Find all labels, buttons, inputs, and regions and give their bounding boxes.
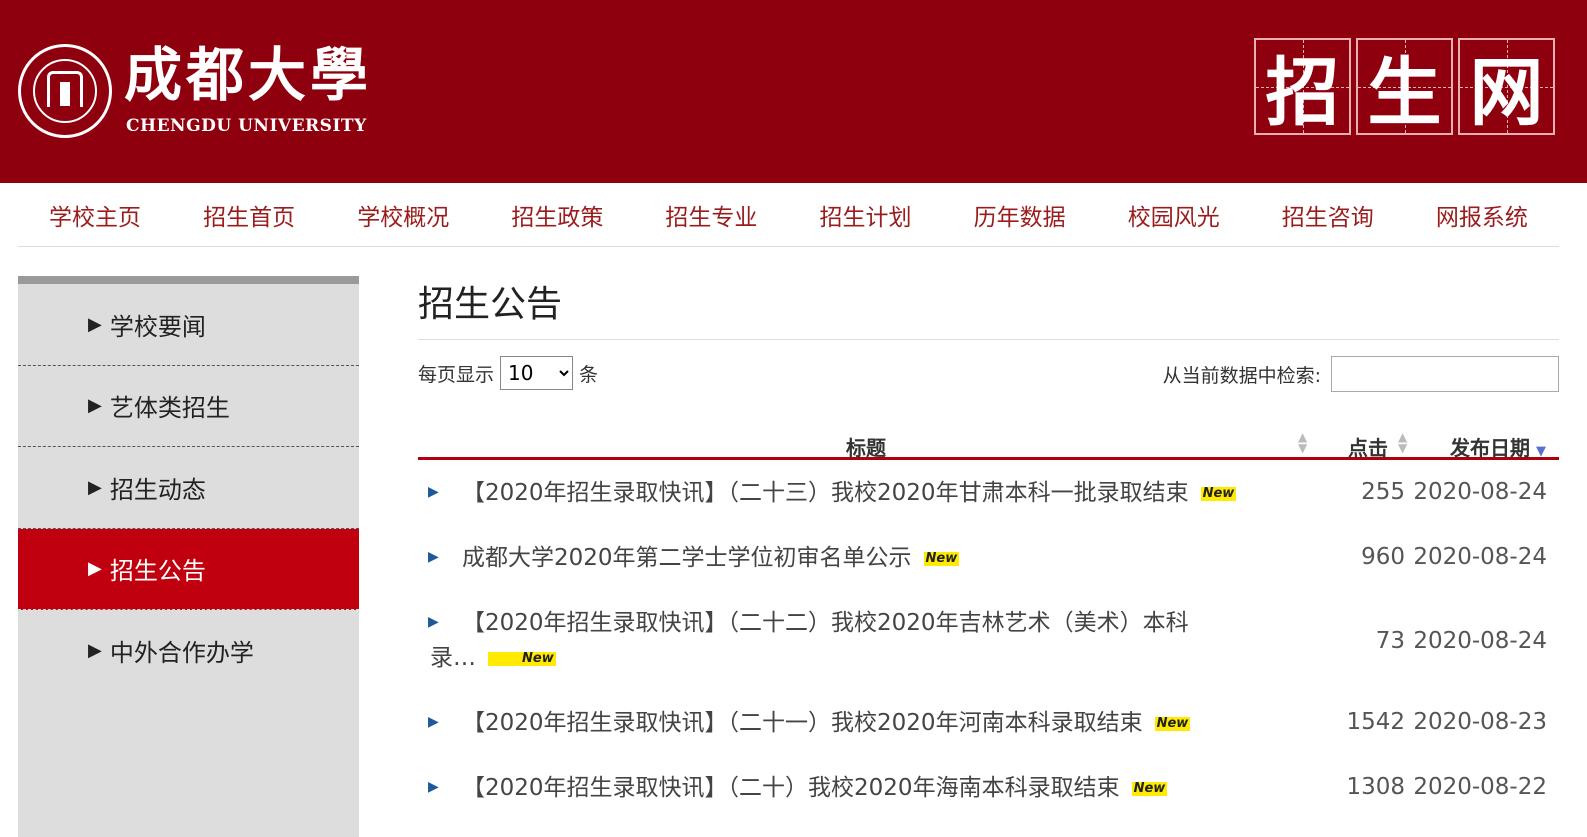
table-header: 标题 ▲ ▼ 点击 ▲ ▼ 发布日期 ▼ — [418, 396, 1559, 460]
sidebar-item-label: 艺体类招生 — [109, 394, 230, 423]
notice-title-text: 【2020年招生录取快讯】（二十一）我校2020年河南本科录取结束 — [462, 710, 1143, 736]
search-input[interactable] — [1331, 356, 1559, 392]
notice-title-text: 【2020年招生录取快讯】（二十三）我校2020年甘肃本科一批录取结束 — [462, 480, 1189, 506]
nav-item-school-overview[interactable]: 学校概况 — [326, 183, 480, 246]
sidebar-item-admissions-notices[interactable]: ▶ 招生公告 — [18, 528, 359, 610]
triangle-right-icon: ▶ — [88, 558, 102, 580]
publish-date: 2020-08-24 — [1413, 628, 1547, 654]
sidebar-item-joint-programs[interactable]: ▶ 中外合作办学 — [18, 610, 359, 692]
sidebar-item-label: 学校要闻 — [109, 312, 206, 341]
table-row: ▶ 【2020年招生录取快讯】（二十二）我校2020年吉林艺术（美术）本科录… N… — [418, 590, 1559, 690]
triangle-right-icon: ▶ — [88, 395, 102, 417]
nav-item-admissions-policy[interactable]: 招生政策 — [480, 183, 634, 246]
notice-title-text: 【2020年招生录取快讯】（二十）我校2020年海南本科录取结束 — [462, 775, 1120, 801]
triangle-right-icon: ▶ — [88, 313, 102, 335]
bullet-arrow-icon: ▶ — [428, 549, 439, 565]
notice-title-link[interactable]: 【2020年招生录取快讯】（二十二）我校2020年吉林艺术（美术）本科录… New — [430, 606, 1210, 676]
site-header: 成都大學 CHENGDU UNIVERSITY 招 生 网 — [0, 0, 1587, 183]
sidebar-item-arts-sports[interactable]: ▶ 艺体类招生 — [18, 366, 359, 447]
sidebar-item-label: 招生动态 — [109, 475, 206, 504]
university-seal-icon[interactable] — [18, 44, 112, 138]
nav-item-admissions-plan[interactable]: 招生计划 — [788, 183, 942, 246]
new-badge: New — [1131, 780, 1168, 796]
triangle-right-icon: ▶ — [88, 640, 102, 662]
new-badge: New — [1200, 485, 1237, 501]
nav-item-admissions-home[interactable]: 招生首页 — [172, 183, 326, 246]
main-content: 招生公告 每页显示 10 条 从当前数据中检索: 标题 ▲ ▼ 点击 ▲ ▼ 发布日… — [418, 276, 1559, 820]
sidebar-item-school-news[interactable]: ▶ 学校要闻 — [18, 284, 359, 366]
nav-item-historical-data[interactable]: 历年数据 — [943, 183, 1097, 246]
click-count: 960 — [1361, 544, 1405, 570]
logo-english-name[interactable]: CHENGDU UNIVERSITY — [126, 116, 367, 136]
banner-char: 网 — [1458, 38, 1555, 136]
new-badge: New — [923, 550, 960, 566]
triangle-right-icon: ▶ — [88, 476, 102, 498]
new-badge: New — [1154, 715, 1191, 731]
admissions-banner: 招 生 网 — [1254, 38, 1555, 136]
click-count: 1308 — [1346, 774, 1405, 800]
nav-item-majors[interactable]: 招生专业 — [634, 183, 788, 246]
column-header-clicks[interactable]: 点击 — [1348, 432, 1388, 461]
table-controls: 每页显示 10 条 从当前数据中检索: — [418, 340, 1559, 396]
new-badge: New — [488, 651, 556, 666]
column-header-title[interactable]: 标题 — [846, 432, 886, 461]
notice-title-link[interactable]: 【2020年招生录取快讯】（二十）我校2020年海南本科录取结束 New — [462, 771, 1242, 806]
table-row: ▶ 【2020年招生录取快讯】（二十一）我校2020年河南本科录取结束 New 1… — [418, 690, 1559, 755]
seal-gate-glyph — [47, 71, 83, 107]
click-count: 255 — [1361, 479, 1405, 505]
notice-title-link[interactable]: 【2020年招生录取快讯】（二十三）我校2020年甘肃本科一批录取结束 New — [462, 476, 1242, 511]
sidebar: ▶ 学校要闻 ▶ 艺体类招生 ▶ 招生动态 ▶ 招生公告 ▶ 中外合作办学 — [18, 276, 359, 837]
notice-title-text: 成都大学2020年第二学士学位初审名单公示 — [462, 545, 912, 571]
publish-date: 2020-08-24 — [1413, 479, 1547, 505]
bullet-arrow-icon: ▶ — [428, 779, 439, 795]
nav-item-online-registration[interactable]: 网报系统 — [1405, 183, 1559, 246]
banner-char: 生 — [1356, 38, 1453, 136]
sidebar-item-label: 招生公告 — [109, 557, 206, 586]
nav-item-consultation[interactable]: 招生咨询 — [1251, 183, 1405, 246]
nav-item-campus-scenery[interactable]: 校园风光 — [1097, 183, 1251, 246]
sort-both-icon[interactable]: ▲ ▼ — [1298, 431, 1307, 454]
notice-title-link[interactable]: 成都大学2020年第二学士学位初审名单公示 New — [462, 541, 1242, 576]
notice-title-link[interactable]: 【2020年招生录取快讯】（二十一）我校2020年河南本科录取结束 New — [462, 706, 1242, 741]
page-title: 招生公告 — [418, 276, 1559, 340]
table-row: ▶ 【2020年招生录取快讯】（二十）我校2020年海南本科录取结束 New 13… — [418, 755, 1559, 820]
column-header-date-label: 发布日期 — [1450, 436, 1530, 460]
table-search: 从当前数据中检索: — [1163, 356, 1559, 392]
nav-item-school-home[interactable]: 学校主页 — [18, 183, 172, 246]
page-length-control: 每页显示 10 条 — [418, 356, 598, 390]
sort-both-icon[interactable]: ▲ ▼ — [1398, 431, 1407, 454]
sidebar-item-label: 中外合作办学 — [109, 639, 254, 668]
page-length-select[interactable]: 10 — [500, 356, 574, 390]
bullet-arrow-icon: ▶ — [428, 714, 439, 730]
table-row: ▶ 【2020年招生录取快讯】（二十三）我校2020年甘肃本科一批录取结束 New… — [418, 460, 1559, 525]
click-count: 1542 — [1346, 709, 1405, 735]
search-label: 从当前数据中检索: — [1162, 364, 1321, 387]
banner-char: 招 — [1254, 38, 1351, 136]
page-length-label: 每页显示 — [418, 363, 495, 386]
publish-date: 2020-08-23 — [1413, 709, 1547, 735]
click-count: 73 — [1375, 628, 1405, 654]
publish-date: 2020-08-22 — [1413, 774, 1547, 800]
bullet-arrow-icon: ▶ — [428, 484, 439, 500]
sidebar-item-admissions-news[interactable]: ▶ 招生动态 — [18, 447, 359, 529]
page-length-unit: 条 — [579, 363, 599, 386]
publish-date: 2020-08-24 — [1413, 544, 1547, 570]
table-row: ▶ 成都大学2020年第二学士学位初审名单公示 New 960 2020-08-2… — [418, 525, 1559, 590]
sort-desc-icon: ▼ — [1536, 444, 1546, 459]
column-header-date[interactable]: 发布日期 ▼ — [1450, 432, 1546, 461]
main-nav: 学校主页 招生首页 学校概况 招生政策 招生专业 招生计划 历年数据 校园风光 … — [18, 183, 1559, 247]
logo-chinese-name[interactable]: 成都大學 — [124, 46, 372, 104]
